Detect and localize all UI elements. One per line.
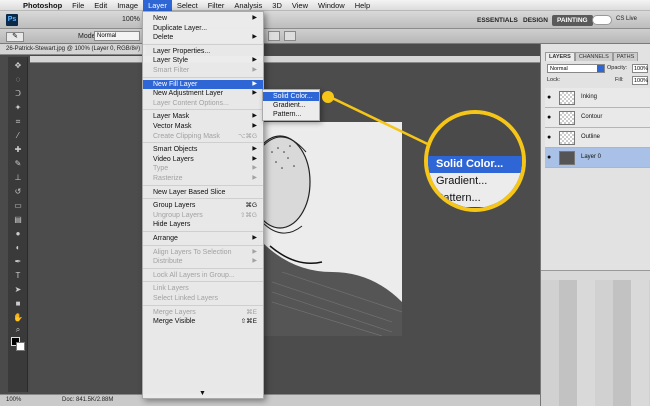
magnified-solid-color: Solid Color... <box>428 156 522 173</box>
callout-connector <box>329 95 441 152</box>
callout-magnifier: Solid Color... Gradient... Pattern... <box>424 110 526 212</box>
callout-dot <box>322 91 334 103</box>
magnifier-background <box>428 114 522 156</box>
magnified-pattern: Pattern... <box>428 190 522 207</box>
magnified-gradient: Gradient... <box>428 173 522 190</box>
